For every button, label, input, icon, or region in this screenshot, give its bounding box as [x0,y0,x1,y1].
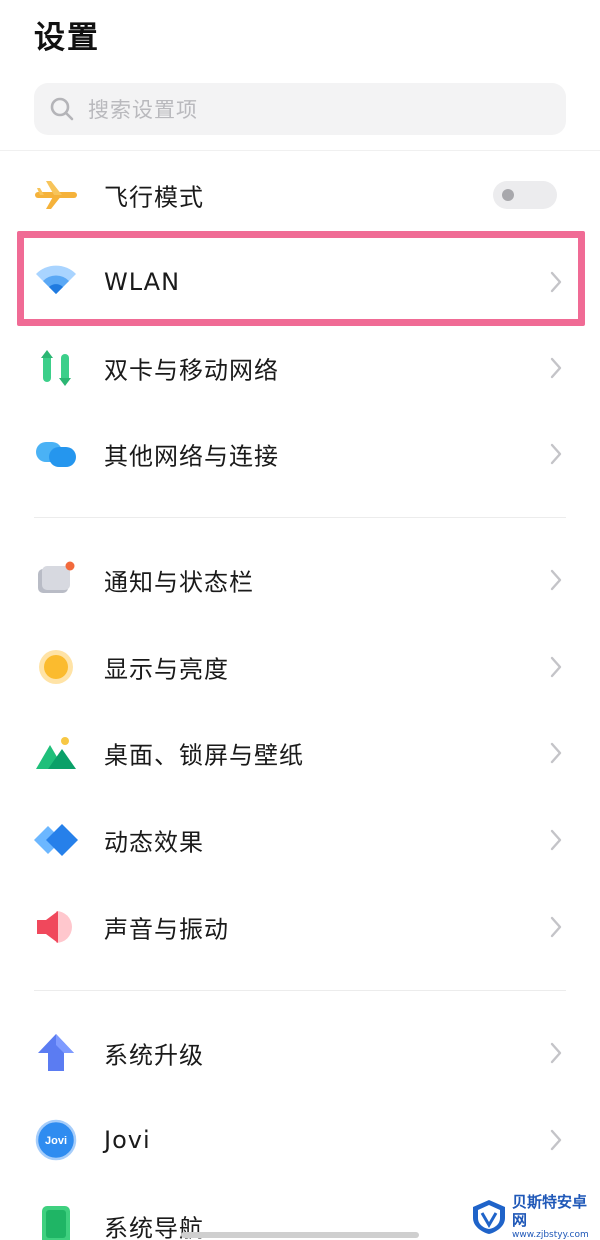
header-divider [0,150,600,151]
airplane-icon [34,173,78,217]
settings-item-airplane-mode[interactable]: 飞行模式 [0,152,600,238]
watermark: 贝斯特安卓网 www.zjbstyy.com [470,1193,598,1240]
chevron-right-icon [546,268,566,296]
chevron-right-icon [546,826,566,854]
chevron-right-icon [546,913,566,941]
settings-item-label: 动态效果 [104,828,204,857]
toggle-knob [502,189,514,201]
settings-item-system-update[interactable]: 系统升级 [0,1010,600,1096]
wifi-icon [34,260,78,304]
search-icon [48,95,76,123]
animation-icon [34,818,78,862]
settings-item-jovi[interactable]: Jovi Jovi [0,1097,600,1183]
chevron-right-icon [546,440,566,468]
settings-item-label: 系统升级 [104,1041,204,1070]
settings-item-wallpaper[interactable]: 桌面、锁屏与壁纸 [0,710,600,796]
settings-item-label: 飞行模式 [104,183,204,212]
settings-item-label: 显示与亮度 [104,655,229,684]
chevron-right-icon [546,566,566,594]
chevron-right-icon [546,653,566,681]
settings-item-label: 其他网络与连接 [104,442,279,471]
settings-item-label: Jovi [104,1126,151,1154]
watermark-name: 贝斯特安卓网 [512,1193,588,1229]
navigation-icon [34,1204,78,1240]
chevron-right-icon [546,1126,566,1154]
watermark-url: www.zjbstyy.com [512,1230,589,1240]
notification-icon [34,558,78,602]
brightness-icon [34,645,78,689]
search-placeholder: 搜索设置项 [88,98,198,122]
speaker-icon [34,905,78,949]
settings-item-dual-sim[interactable]: 双卡与移动网络 [0,325,600,411]
settings-item-display[interactable]: 显示与亮度 [0,624,600,710]
settings-item-other-networks[interactable]: 其他网络与连接 [0,411,600,497]
chevron-right-icon [546,354,566,382]
section-divider [34,990,566,991]
search-bar[interactable]: 搜索设置项 [34,83,566,135]
settings-item-label: 桌面、锁屏与壁纸 [104,741,304,770]
settings-item-sound[interactable]: 声音与振动 [0,884,600,970]
page-title: 设置 [34,20,100,56]
section-divider [34,517,566,518]
chevron-right-icon [546,739,566,767]
settings-item-notifications[interactable]: 通知与状态栏 [0,537,600,623]
upgrade-arrow-icon [34,1031,78,1075]
wallpaper-icon [34,731,78,775]
settings-item-animations[interactable]: 动态效果 [0,797,600,883]
dual-sim-icon [34,346,78,390]
settings-item-wlan[interactable]: WLAN [0,239,600,325]
settings-item-label: WLAN [104,268,181,296]
airplane-mode-toggle[interactable] [493,181,557,209]
home-indicator[interactable] [181,1232,419,1238]
settings-item-label: 通知与状态栏 [104,568,254,597]
settings-item-label: 双卡与移动网络 [104,356,279,385]
chevron-right-icon [546,1039,566,1067]
jovi-icon-text: Jovi [45,1135,67,1147]
jovi-icon: Jovi [34,1118,78,1162]
settings-item-label: 声音与振动 [104,915,229,944]
connections-icon [34,432,78,476]
watermark-logo-icon [470,1198,508,1236]
